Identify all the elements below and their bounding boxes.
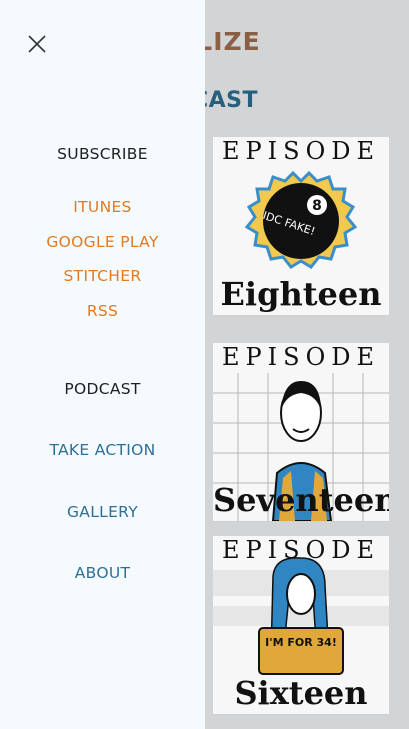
itunes-link[interactable]: ITUNES xyxy=(0,198,205,216)
close-icon[interactable] xyxy=(23,30,51,58)
about-link[interactable]: ABOUT xyxy=(0,564,205,582)
gallery-link[interactable]: GALLERY xyxy=(0,503,205,521)
stitcher-link[interactable]: STITCHER xyxy=(0,267,205,285)
google-play-link[interactable]: GOOGLE PLAY xyxy=(0,233,205,251)
episode-card-seventeen[interactable]: EPISODE Seventeen xyxy=(213,343,389,522)
episode-label: EPISODE xyxy=(221,536,381,564)
episode-number-title: Eighteen xyxy=(220,275,382,313)
episode-label: EPISODE xyxy=(221,137,381,165)
subscribe-heading: SUBSCRIBE xyxy=(57,145,148,163)
episode-card-sixteen[interactable]: EPISODE I'M FOR 34! Sixteen xyxy=(213,536,389,715)
rss-link[interactable]: RSS xyxy=(0,302,205,320)
take-action-link[interactable]: TAKE ACTION xyxy=(0,441,205,459)
svg-text:8: 8 xyxy=(312,198,322,214)
episode-number-title: Seventeen xyxy=(213,481,389,519)
podcast-link[interactable]: PODCAST xyxy=(0,380,205,398)
episode-number-title: Sixteen xyxy=(234,674,368,712)
episode-card-eighteen[interactable]: 8 EPISODE IDC FAKE! Eighteen xyxy=(213,137,389,316)
sign-text: I'M FOR 34! xyxy=(265,636,337,649)
navigation-drawer: SUBSCRIBE ITUNES GOOGLE PLAY STITCHER RS… xyxy=(0,0,205,729)
episode-label: EPISODE xyxy=(221,343,381,371)
next-card-edge xyxy=(212,718,409,729)
